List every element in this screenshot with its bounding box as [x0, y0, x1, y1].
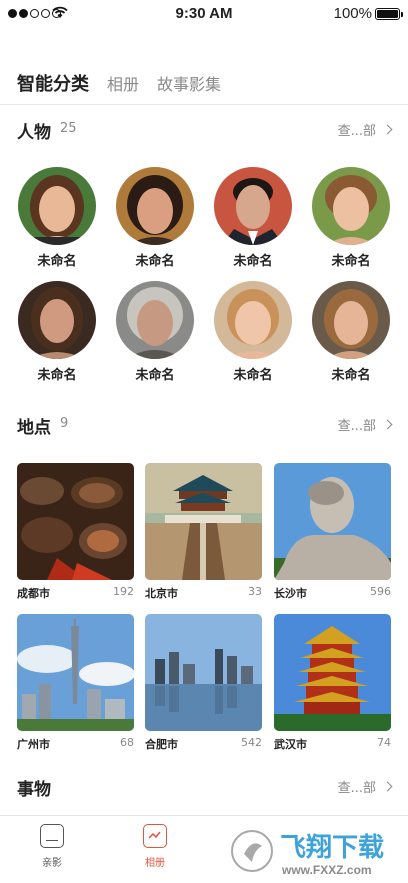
person-name: 未命名 — [331, 368, 371, 383]
status-bar: 9:30 AM 100% — [0, 0, 408, 28]
watermark-logo: 飞翔下载 www.FXXZ.com — [231, 830, 392, 877]
tab-albums[interactable]: 相册 — [107, 71, 139, 95]
place-item[interactable]: 合肥市 542 — [145, 614, 262, 752]
see-all-label: 查...部 — [337, 124, 376, 139]
place-photo — [17, 463, 134, 580]
place-item[interactable]: 长沙市 596 — [274, 463, 391, 601]
watermark-url: www.FXXZ.com — [281, 863, 372, 877]
places-title: 地点 — [17, 418, 51, 438]
place-photo-count: 596 — [370, 585, 391, 598]
person-avatar — [18, 167, 96, 245]
person-name: 未命名 — [135, 368, 175, 383]
chevron-right-icon — [382, 781, 393, 792]
place-photo-count: 33 — [248, 585, 262, 598]
person-name: 未命名 — [135, 254, 175, 269]
people-title: 人物 — [17, 123, 51, 143]
person-avatar — [312, 167, 390, 245]
place-item[interactable]: 成都市 192 — [17, 463, 134, 601]
person-avatar — [18, 281, 96, 359]
tab-story-albums[interactable]: 故事影集 — [157, 71, 221, 95]
person-item[interactable]: 未命名 — [17, 281, 97, 383]
watermark-title: 飞翔下载 — [280, 833, 384, 863]
people-see-all-link[interactable]: 查...部 — [337, 120, 393, 139]
place-photo-count: 68 — [120, 736, 134, 749]
battery-icon — [375, 8, 403, 20]
places-see-all-link[interactable]: 查...部 — [337, 415, 393, 434]
place-photo-count: 542 — [241, 736, 262, 749]
place-photo — [145, 463, 262, 580]
person-item[interactable]: 未命名 — [213, 167, 293, 269]
place-name: 长沙市 — [274, 587, 307, 600]
place-photo — [274, 463, 391, 580]
person-item[interactable]: 未命名 — [311, 281, 391, 383]
person-avatar — [214, 167, 292, 245]
person-name: 未命名 — [233, 254, 273, 269]
place-name: 广州市 — [17, 738, 50, 751]
places-section-header: 地点 9 查...部 — [17, 413, 393, 439]
bottom-tab-home[interactable]: 亲影 — [22, 824, 82, 869]
place-photo-count: 74 — [377, 736, 391, 749]
person-name: 未命名 — [233, 368, 273, 383]
header-divider — [0, 104, 408, 105]
chevron-right-icon — [382, 419, 393, 430]
place-photo-count: 192 — [113, 585, 134, 598]
album-icon — [143, 824, 167, 848]
person-name: 未命名 — [37, 254, 77, 269]
person-item[interactable]: 未命名 — [115, 167, 195, 269]
place-name: 北京市 — [145, 587, 178, 600]
bottom-tab-album[interactable]: 相册 — [125, 824, 185, 869]
place-name: 成都市 — [17, 587, 50, 600]
place-photo — [274, 614, 391, 731]
places-count: 9 — [60, 416, 69, 431]
person-item[interactable]: 未命名 — [311, 167, 391, 269]
person-avatar — [312, 281, 390, 359]
person-name: 未命名 — [37, 368, 77, 383]
bottom-tab-label: 相册 — [145, 858, 165, 869]
person-item[interactable]: 未命名 — [115, 281, 195, 383]
place-name: 合肥市 — [145, 738, 178, 751]
things-see-all-link[interactable]: 查...部 — [337, 777, 393, 796]
people-section-header: 人物 25 查...部 — [17, 118, 393, 144]
place-name: 武汉市 — [274, 738, 307, 751]
person-avatar — [214, 281, 292, 359]
chevron-right-icon — [382, 124, 393, 135]
place-photo — [17, 614, 134, 731]
person-name: 未命名 — [331, 254, 371, 269]
home-icon — [40, 824, 64, 848]
things-title: 事物 — [17, 780, 51, 800]
bottom-tab-label: 亲影 — [42, 858, 62, 869]
things-section-header: 事物 查...部 — [17, 775, 393, 801]
see-all-label: 查...部 — [337, 419, 376, 434]
place-photo — [145, 614, 262, 731]
person-avatar — [116, 281, 194, 359]
place-item[interactable]: 北京市 33 — [145, 463, 262, 601]
see-all-label: 查...部 — [337, 781, 376, 796]
battery-percent: 100% — [333, 5, 372, 22]
person-item[interactable]: 未命名 — [213, 281, 293, 383]
top-tabs: 智能分类 相册 故事影集 — [17, 70, 221, 96]
person-avatar — [116, 167, 194, 245]
place-item[interactable]: 广州市 68 — [17, 614, 134, 752]
tab-smart-categories[interactable]: 智能分类 — [17, 70, 89, 96]
place-item[interactable]: 武汉市 74 — [274, 614, 391, 752]
people-count: 25 — [60, 121, 77, 136]
person-item[interactable]: 未命名 — [17, 167, 97, 269]
